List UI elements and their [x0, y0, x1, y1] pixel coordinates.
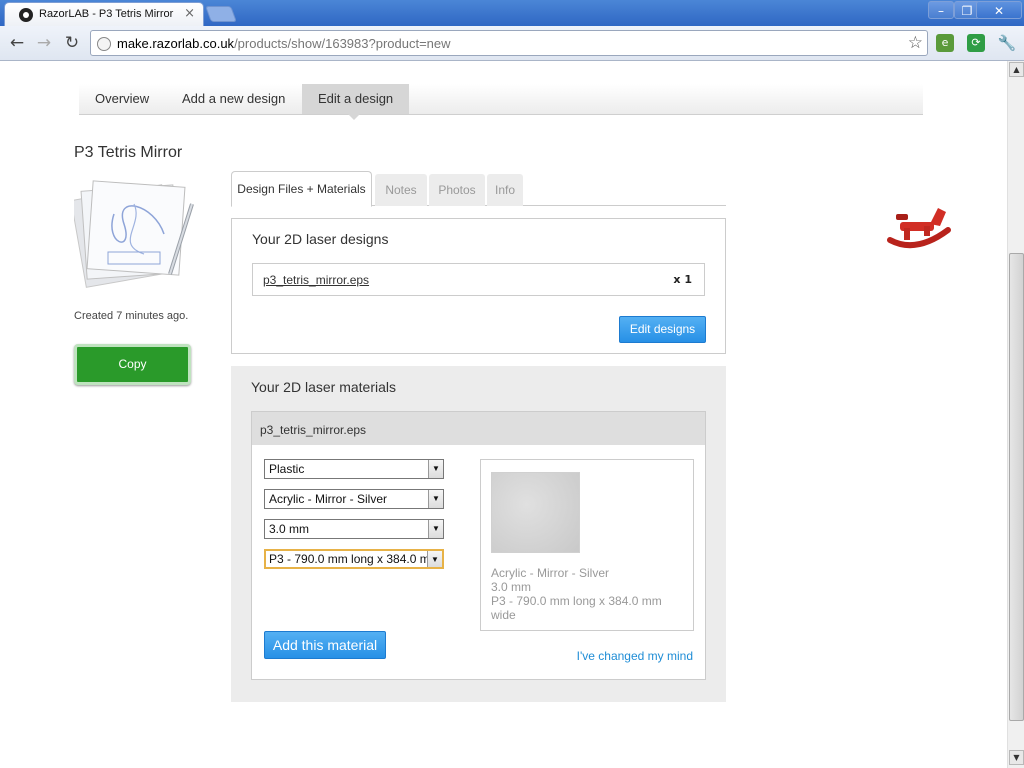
laser-materials-panel: Your 2D laser materials p3_tetris_mirror… — [231, 366, 726, 702]
url-host: make.razorlab.co.uk — [117, 36, 235, 51]
product-title: P3 Tetris Mirror — [74, 144, 183, 161]
wrench-menu-icon[interactable]: 🔧 — [996, 32, 1018, 54]
rocking-horse-icon — [887, 208, 951, 249]
minimize-button[interactable]: – — [928, 1, 954, 19]
close-window-button[interactable]: ✕ — [976, 1, 1022, 19]
browser-toolbar: ← → ↻ make.razorlab.co.uk/products/show/… — [0, 26, 1024, 61]
laser-designs-panel: Your 2D laser designs p3_tetris_mirror.e… — [231, 218, 726, 354]
edit-designs-button[interactable]: Edit designs — [619, 316, 706, 343]
material-swatch — [491, 472, 580, 553]
scrollbar-thumb[interactable] — [1009, 253, 1024, 721]
design-file-row: p3_tetris_mirror.eps x 1 — [252, 263, 705, 296]
nav-edit-design[interactable]: Edit a design — [302, 84, 410, 120]
scroll-up-arrow-icon[interactable]: ▲ — [1009, 62, 1024, 77]
material-variant-select[interactable]: Acrylic - Mirror - Silver ▼ — [264, 489, 444, 509]
design-file-link[interactable]: p3_tetris_mirror.eps — [263, 273, 369, 287]
chevron-down-icon: ▼ — [428, 460, 443, 478]
thickness-select[interactable]: 3.0 mm ▼ — [264, 519, 444, 539]
sync-extension-icon[interactable]: ⟳ — [967, 34, 985, 52]
forward-arrow-icon[interactable]: → — [33, 32, 55, 54]
sheet-size-select[interactable]: P3 - 790.0 mm long x 384.0 mm wide ▼ — [264, 549, 444, 569]
material-type-value: Plastic — [269, 462, 305, 476]
material-preview: Acrylic - Mirror - Silver 3.0 mm P3 - 79… — [480, 459, 694, 631]
browser-titlebar: RazorLAB - P3 Tetris Mirror × – ❐ ✕ — [0, 0, 1024, 26]
evernote-extension-icon[interactable]: e — [936, 34, 954, 52]
material-card-title: p3_tetris_mirror.eps — [252, 412, 705, 445]
chevron-down-icon: ▼ — [428, 520, 443, 538]
tab-design-files-materials[interactable]: Design Files + Materials — [231, 171, 372, 207]
design-document-icon — [74, 180, 194, 288]
designs-heading: Your 2D laser designs — [252, 231, 389, 247]
address-bar[interactable]: make.razorlab.co.uk/products/show/163983… — [90, 30, 928, 56]
globe-icon — [97, 37, 111, 51]
material-variant-value: Acrylic - Mirror - Silver — [269, 492, 387, 506]
url-path: /products/show/163983?product=new — [234, 36, 451, 51]
bookmark-star-icon[interactable]: ☆ — [908, 33, 923, 53]
scroll-down-arrow-icon[interactable]: ▼ — [1009, 750, 1024, 765]
razorlab-favicon-icon — [19, 8, 33, 22]
url-text: make.razorlab.co.uk/products/show/163983… — [117, 36, 451, 51]
design-file-count: x 1 — [673, 273, 692, 286]
copy-button[interactable]: Copy — [74, 344, 191, 385]
nav-overview[interactable]: Overview — [79, 84, 165, 114]
tab-title: RazorLAB - P3 Tetris Mirror — [39, 8, 174, 20]
tab-photos[interactable]: Photos — [429, 174, 485, 206]
reload-icon[interactable]: ↻ — [61, 32, 83, 54]
nav-add-new-design[interactable]: Add a new design — [166, 84, 301, 114]
tab-close-icon[interactable]: × — [184, 6, 195, 21]
preview-size-cont: wide — [491, 608, 516, 622]
tab-info[interactable]: Info — [487, 174, 523, 206]
materials-heading: Your 2D laser materials — [251, 379, 396, 395]
material-type-select[interactable]: Plastic ▼ — [264, 459, 444, 479]
sheet-size-value: P3 - 790.0 mm long x 384.0 mm wide — [269, 552, 442, 566]
material-card: p3_tetris_mirror.eps Plastic ▼ Acrylic -… — [251, 411, 706, 680]
new-tab-button[interactable] — [205, 6, 237, 22]
chevron-down-icon: ▼ — [427, 551, 442, 567]
chevron-down-icon: ▼ — [428, 490, 443, 508]
tab-notes[interactable]: Notes — [375, 174, 427, 206]
design-tabs: Design Files + Materials Notes Photos In… — [231, 171, 726, 207]
preview-thickness: 3.0 mm — [491, 580, 532, 594]
thickness-value: 3.0 mm — [269, 522, 310, 536]
browser-tab[interactable]: RazorLAB - P3 Tetris Mirror × — [4, 2, 204, 26]
add-material-button[interactable]: Add this material — [264, 631, 386, 659]
product-nav: Overview Add a new design Edit a design — [79, 84, 923, 120]
preview-size: P3 - 790.0 mm long x 384.0 mm — [491, 594, 662, 608]
created-timestamp: Created 7 minutes ago. — [74, 310, 189, 322]
changed-mind-link[interactable]: I've changed my mind — [577, 649, 693, 663]
preview-material: Acrylic - Mirror - Silver — [491, 566, 609, 580]
page-scrollbar[interactable]: ▲ ▼ — [1007, 61, 1024, 768]
back-arrow-icon[interactable]: ← — [6, 32, 28, 54]
